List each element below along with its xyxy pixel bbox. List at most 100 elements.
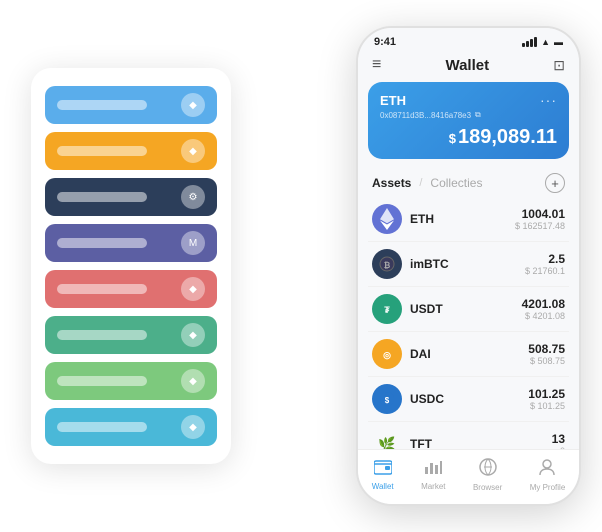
- market-nav-icon: [424, 459, 442, 480]
- svg-text:₮: ₮: [384, 305, 390, 315]
- asset-name-dai: DAI: [410, 347, 528, 361]
- status-icons: ▲ ▬: [522, 37, 563, 47]
- market-nav-label: Market: [421, 482, 445, 491]
- asset-name-tft: TFT: [410, 437, 552, 449]
- asset-name-usdc: USDC: [410, 392, 528, 406]
- scene: ◆ ◆ ⚙ M ◆ ◆ ◆ ◆: [11, 11, 591, 521]
- asset-name-eth: ETH: [410, 212, 515, 226]
- tft-icon: 🌿: [372, 429, 402, 449]
- imbtc-primary: 2.5: [525, 252, 565, 266]
- eth-primary: 1004.01: [515, 207, 565, 221]
- nav-wallet[interactable]: Wallet: [372, 459, 394, 491]
- stack-card-2[interactable]: ◆: [45, 132, 217, 170]
- wallet-address: 0x08711d3B...8416a78e3 ⧉: [380, 110, 557, 120]
- tab-assets[interactable]: Assets: [372, 176, 411, 190]
- asset-amounts-usdt: 4201.08 $ 4201.08: [522, 297, 565, 321]
- stack-card-8[interactable]: ◆: [45, 408, 217, 446]
- asset-item-usdc[interactable]: $ USDC 101.25 $ 101.25: [368, 377, 569, 422]
- eth-icon: [372, 204, 402, 234]
- bottom-nav: Wallet Market: [358, 449, 579, 504]
- asset-amounts-usdc: 101.25 $ 101.25: [528, 387, 565, 411]
- stack-card-icon-2: ◆: [181, 139, 205, 163]
- wifi-icon: ▲: [541, 37, 550, 47]
- card-stack: ◆ ◆ ⚙ M ◆ ◆ ◆ ◆: [31, 68, 231, 464]
- add-asset-button[interactable]: +: [545, 173, 565, 193]
- stack-card-icon-1: ◆: [181, 93, 205, 117]
- top-nav: ≡ Wallet ⊡: [358, 52, 579, 82]
- asset-item-imbtc[interactable]: ₿ imBTC 2.5 $ 21760.1: [368, 242, 569, 287]
- stack-card-label-3: [57, 192, 147, 202]
- wallet-eth-label: ETH: [380, 93, 406, 108]
- stack-card-label-6: [57, 330, 147, 340]
- nav-profile[interactable]: My Profile: [530, 458, 566, 492]
- menu-icon[interactable]: ≡: [372, 56, 381, 74]
- usdc-secondary: $ 101.25: [528, 401, 565, 411]
- tab-collecties[interactable]: Collecties: [430, 176, 482, 190]
- battery-icon: ▬: [554, 37, 563, 47]
- assets-header: Assets / Collecties +: [358, 167, 579, 197]
- assets-divider: /: [419, 177, 422, 189]
- tft-primary: 13: [552, 432, 565, 446]
- stack-card-label-8: [57, 422, 147, 432]
- dai-primary: 508.75: [528, 342, 565, 356]
- wallet-nav-label: Wallet: [372, 482, 394, 491]
- usdc-icon: $: [372, 384, 402, 414]
- wallet-card[interactable]: ETH ··· 0x08711d3B...8416a78e3 ⧉ $189,08…: [368, 82, 569, 159]
- stack-card-label-5: [57, 284, 147, 294]
- dai-secondary: $ 508.75: [528, 356, 565, 366]
- dollar-sign: $: [449, 131, 456, 146]
- asset-amounts-tft: 13 0: [552, 432, 565, 449]
- copy-icon[interactable]: ⧉: [475, 110, 481, 120]
- nav-title: Wallet: [445, 57, 489, 74]
- imbtc-secondary: $ 21760.1: [525, 266, 565, 276]
- stack-card-3[interactable]: ⚙: [45, 178, 217, 216]
- asset-amounts-imbtc: 2.5 $ 21760.1: [525, 252, 565, 276]
- asset-item-eth[interactable]: ETH 1004.01 $ 162517.48: [368, 197, 569, 242]
- asset-item-dai[interactable]: ◎ DAI 508.75 $ 508.75: [368, 332, 569, 377]
- eth-secondary: $ 162517.48: [515, 221, 565, 231]
- asset-list: ETH 1004.01 $ 162517.48 ₿ imBTC 2.5 $ 21…: [358, 197, 579, 449]
- stack-card-label-1: [57, 100, 147, 110]
- stack-card-icon-3: ⚙: [181, 185, 205, 209]
- status-time: 9:41: [374, 36, 396, 48]
- nav-market[interactable]: Market: [421, 459, 445, 491]
- svg-text:$: $: [385, 396, 390, 405]
- usdt-icon: ₮: [372, 294, 402, 324]
- wallet-amount: $189,089.11: [380, 126, 557, 149]
- stack-card-icon-7: ◆: [181, 369, 205, 393]
- stack-card-7[interactable]: ◆: [45, 362, 217, 400]
- stack-card-label-2: [57, 146, 147, 156]
- phone-mockup: 9:41 ▲ ▬ ≡ Wallet ⊡ ETH ···: [356, 26, 581, 506]
- asset-item-tft[interactable]: 🌿 TFT 13 0: [368, 422, 569, 449]
- stack-card-4[interactable]: M: [45, 224, 217, 262]
- status-bar: 9:41 ▲ ▬: [358, 28, 579, 52]
- asset-item-usdt[interactable]: ₮ USDT 4201.08 $ 4201.08: [368, 287, 569, 332]
- wallet-dots[interactable]: ···: [540, 92, 557, 108]
- asset-amounts-dai: 508.75 $ 508.75: [528, 342, 565, 366]
- svg-text:₿: ₿: [384, 261, 391, 270]
- asset-name-usdt: USDT: [410, 302, 522, 316]
- svg-text:◎: ◎: [383, 350, 391, 360]
- stack-card-6[interactable]: ◆: [45, 316, 217, 354]
- asset-name-imbtc: imBTC: [410, 257, 525, 271]
- imbtc-icon: ₿: [372, 249, 402, 279]
- profile-nav-icon: [538, 458, 556, 481]
- asset-amounts-eth: 1004.01 $ 162517.48: [515, 207, 565, 231]
- stack-card-icon-6: ◆: [181, 323, 205, 347]
- signal-icon: [522, 37, 537, 47]
- stack-card-label-4: [57, 238, 147, 248]
- stack-card-icon-8: ◆: [181, 415, 205, 439]
- nav-browser[interactable]: Browser: [473, 458, 502, 492]
- wallet-nav-icon: [374, 459, 392, 480]
- stack-card-icon-5: ◆: [181, 277, 205, 301]
- usdc-primary: 101.25: [528, 387, 565, 401]
- usdt-secondary: $ 4201.08: [522, 311, 565, 321]
- stack-card-5[interactable]: ◆: [45, 270, 217, 308]
- wallet-card-header: ETH ···: [380, 92, 557, 108]
- stack-card-1[interactable]: ◆: [45, 86, 217, 124]
- expand-icon[interactable]: ⊡: [553, 57, 565, 74]
- stack-card-label-7: [57, 376, 147, 386]
- stack-card-icon-4: M: [181, 231, 205, 255]
- profile-nav-label: My Profile: [530, 483, 566, 492]
- assets-tabs: Assets / Collecties: [372, 176, 482, 190]
